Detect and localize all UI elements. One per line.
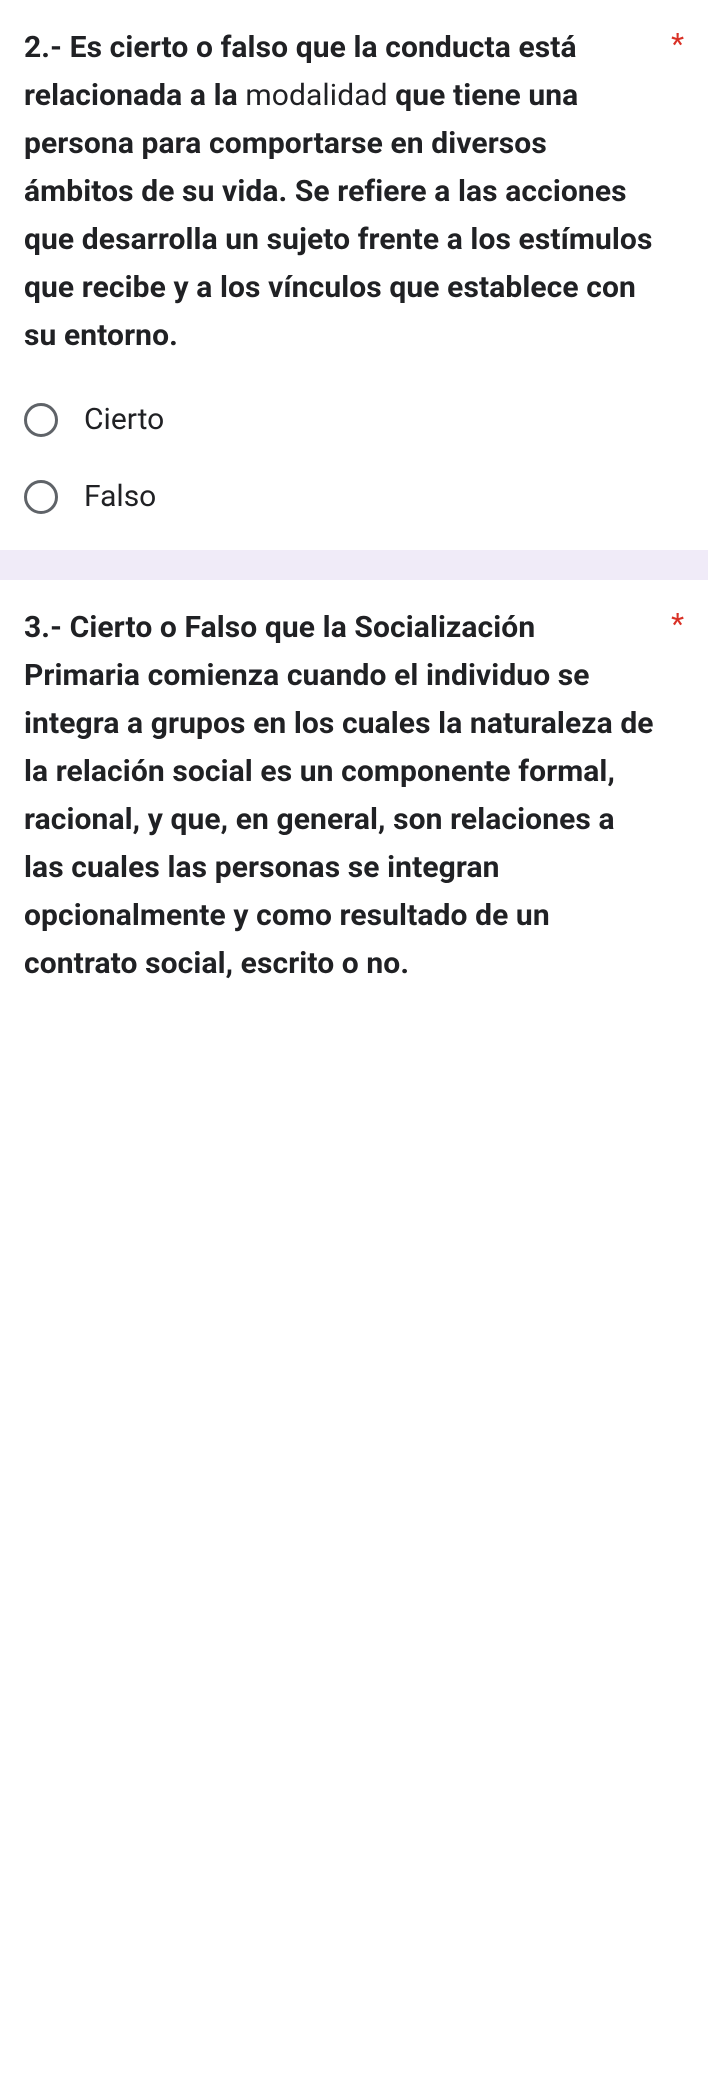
option-label: Cierto	[84, 402, 164, 437]
radio-icon	[24, 480, 58, 514]
question-number: 2.-	[24, 30, 70, 65]
question-text: 3.- Cierto o Falso que la Socialización …	[24, 604, 655, 988]
question-header: 3.- Cierto o Falso que la Socialización …	[24, 604, 684, 988]
option-label: Falso	[84, 479, 156, 514]
question-text-part: modalidad	[245, 78, 387, 113]
option-cierto[interactable]: Cierto	[24, 402, 684, 437]
question-text-part: que tiene una persona para comportarse e…	[24, 78, 652, 353]
question-number: 3.-	[24, 610, 70, 645]
option-falso[interactable]: Falso	[24, 479, 684, 514]
radio-icon	[24, 403, 58, 437]
required-asterisk-icon: *	[671, 604, 684, 646]
question-card-3: 3.- Cierto o Falso que la Socialización …	[0, 580, 708, 1024]
question-text: 2.- Es cierto o falso que la conducta es…	[24, 24, 655, 360]
question-card-2: 2.- Es cierto o falso que la conducta es…	[0, 0, 708, 550]
card-divider	[0, 550, 708, 580]
question-text-part: Cierto o Falso que la Socialización Prim…	[24, 610, 654, 981]
question-header: 2.- Es cierto o falso que la conducta es…	[24, 24, 684, 360]
required-asterisk-icon: *	[671, 24, 684, 66]
